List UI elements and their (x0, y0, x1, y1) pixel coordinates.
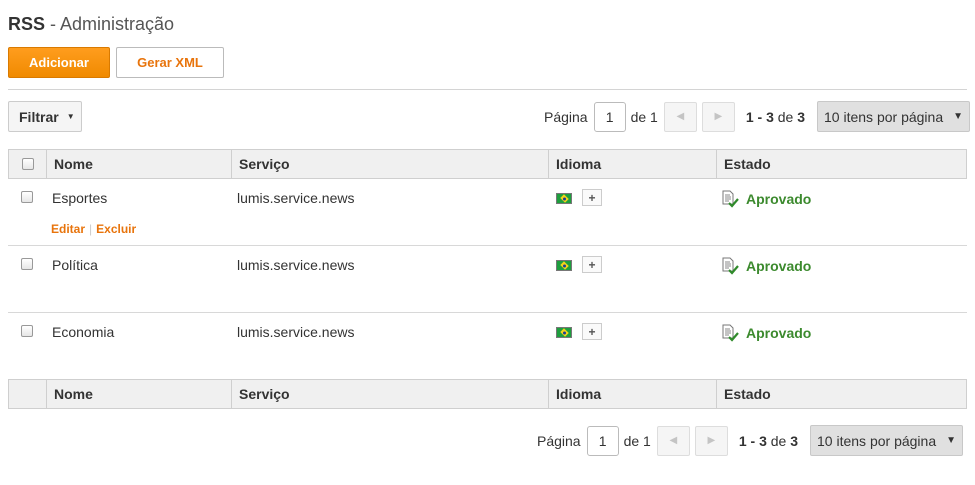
document-check-icon (721, 257, 739, 275)
row-name[interactable]: Esportes (52, 190, 107, 206)
row-service: lumis.service.news (237, 190, 355, 206)
add-button[interactable]: Adicionar (8, 47, 110, 78)
total-value: 3 (790, 432, 799, 449)
plus-icon[interactable]: + (582, 256, 602, 273)
items-range: 1 - 3 de 3 (739, 433, 798, 449)
page-label: Página (544, 108, 588, 125)
total-value: 3 (797, 108, 806, 125)
page-number-input[interactable]: 1 (593, 101, 626, 132)
divider (8, 89, 967, 90)
generate-xml-button[interactable]: Gerar XML (116, 47, 224, 78)
caret-down-icon: ▼ (66, 112, 75, 121)
column-header-status[interactable]: Estado (716, 150, 966, 178)
table-row: Política lumis.service.news + Aprovado (8, 246, 967, 313)
row-checkbox[interactable] (21, 258, 33, 270)
chevron-left-icon: ◀ (669, 435, 678, 446)
page-number-input[interactable]: 1 (586, 425, 619, 456)
table-row: Esportes lumis.service.news + Aprovado E… (8, 179, 967, 246)
items-per-page-value: 10 itens por página (824, 108, 944, 125)
prev-page-button[interactable]: ◀ (656, 425, 690, 456)
table-footer-header: Nome Serviço Idioma Estado (8, 379, 967, 409)
pagination-top: Página 1 de 1 ◀ ▶ 1 - 3 de 3 10 itens po… (544, 101, 971, 132)
column-footer-name[interactable]: Nome (46, 380, 231, 408)
actions-separator: | (89, 222, 93, 236)
range-value: 1 - 3 (745, 108, 774, 125)
row-name[interactable]: Política (52, 257, 98, 273)
table-row: Economia lumis.service.news + Aprovado (8, 313, 967, 380)
prev-page-button[interactable]: ◀ (663, 101, 697, 132)
status-label: Aprovado (746, 191, 812, 207)
chevron-left-icon: ◀ (676, 111, 685, 122)
row-service: lumis.service.news (237, 324, 355, 340)
edit-link[interactable]: Editar (51, 222, 85, 236)
brazil-flag-icon (556, 260, 572, 271)
brazil-flag-icon (556, 193, 572, 204)
row-name[interactable]: Economia (52, 324, 114, 340)
table-header: Nome Serviço Idioma Estado (8, 149, 967, 179)
column-header-name[interactable]: Nome (46, 150, 231, 178)
chevron-right-icon: ▶ (714, 111, 723, 122)
status-label: Aprovado (746, 258, 812, 274)
caret-down-icon: ▼ (946, 435, 957, 446)
filter-dropdown[interactable]: Filtrar ▼ (8, 101, 82, 132)
items-per-page-value: 10 itens por página (817, 432, 937, 449)
row-status: Aprovado (721, 190, 811, 208)
next-page-button[interactable]: ▶ (694, 425, 728, 456)
items-per-page-select[interactable]: 10 itens por página ▼ (810, 425, 964, 456)
next-page-button[interactable]: ▶ (701, 101, 735, 132)
document-check-icon (721, 324, 739, 342)
pagination-bottom: Página 1 de 1 ◀ ▶ 1 - 3 de 3 10 itens po… (537, 425, 964, 456)
range-value: 1 - 3 (738, 432, 767, 449)
row-checkbox[interactable] (21, 191, 33, 203)
column-header-service[interactable]: Serviço (231, 150, 548, 178)
row-service: lumis.service.news (237, 257, 355, 273)
chevron-right-icon: ▶ (707, 435, 716, 446)
plus-icon[interactable]: + (582, 189, 602, 206)
items-range: 1 - 3 de 3 (746, 109, 805, 125)
select-all-cell (9, 150, 46, 178)
column-footer-language[interactable]: Idioma (548, 380, 716, 408)
caret-down-icon: ▼ (953, 111, 964, 122)
range-of: de (777, 108, 794, 125)
range-of: de (770, 432, 787, 449)
plus-icon[interactable]: + (582, 323, 602, 340)
page-title-strong: RSS (8, 14, 46, 34)
select-all-cell-footer (9, 380, 46, 408)
row-actions: Editar | Excluir (51, 222, 136, 236)
page-of-label: de 1 (623, 432, 651, 449)
column-header-language[interactable]: Idioma (548, 150, 716, 178)
items-per-page-select[interactable]: 10 itens por página ▼ (817, 101, 971, 132)
page-label: Página (537, 432, 581, 449)
document-check-icon (721, 190, 739, 208)
delete-link[interactable]: Excluir (96, 222, 136, 236)
row-checkbox[interactable] (21, 325, 33, 337)
column-footer-service[interactable]: Serviço (231, 380, 548, 408)
status-label: Aprovado (746, 325, 812, 341)
page-title: RSS - Administração (8, 14, 174, 35)
row-status: Aprovado (721, 257, 811, 275)
page-of-label: de 1 (630, 108, 658, 125)
page-title-rest: - Administração (45, 14, 175, 34)
column-footer-status[interactable]: Estado (716, 380, 966, 408)
brazil-flag-icon (556, 327, 572, 338)
select-all-checkbox[interactable] (21, 158, 34, 170)
row-status: Aprovado (721, 324, 811, 342)
filter-label: Filtrar (19, 108, 59, 125)
